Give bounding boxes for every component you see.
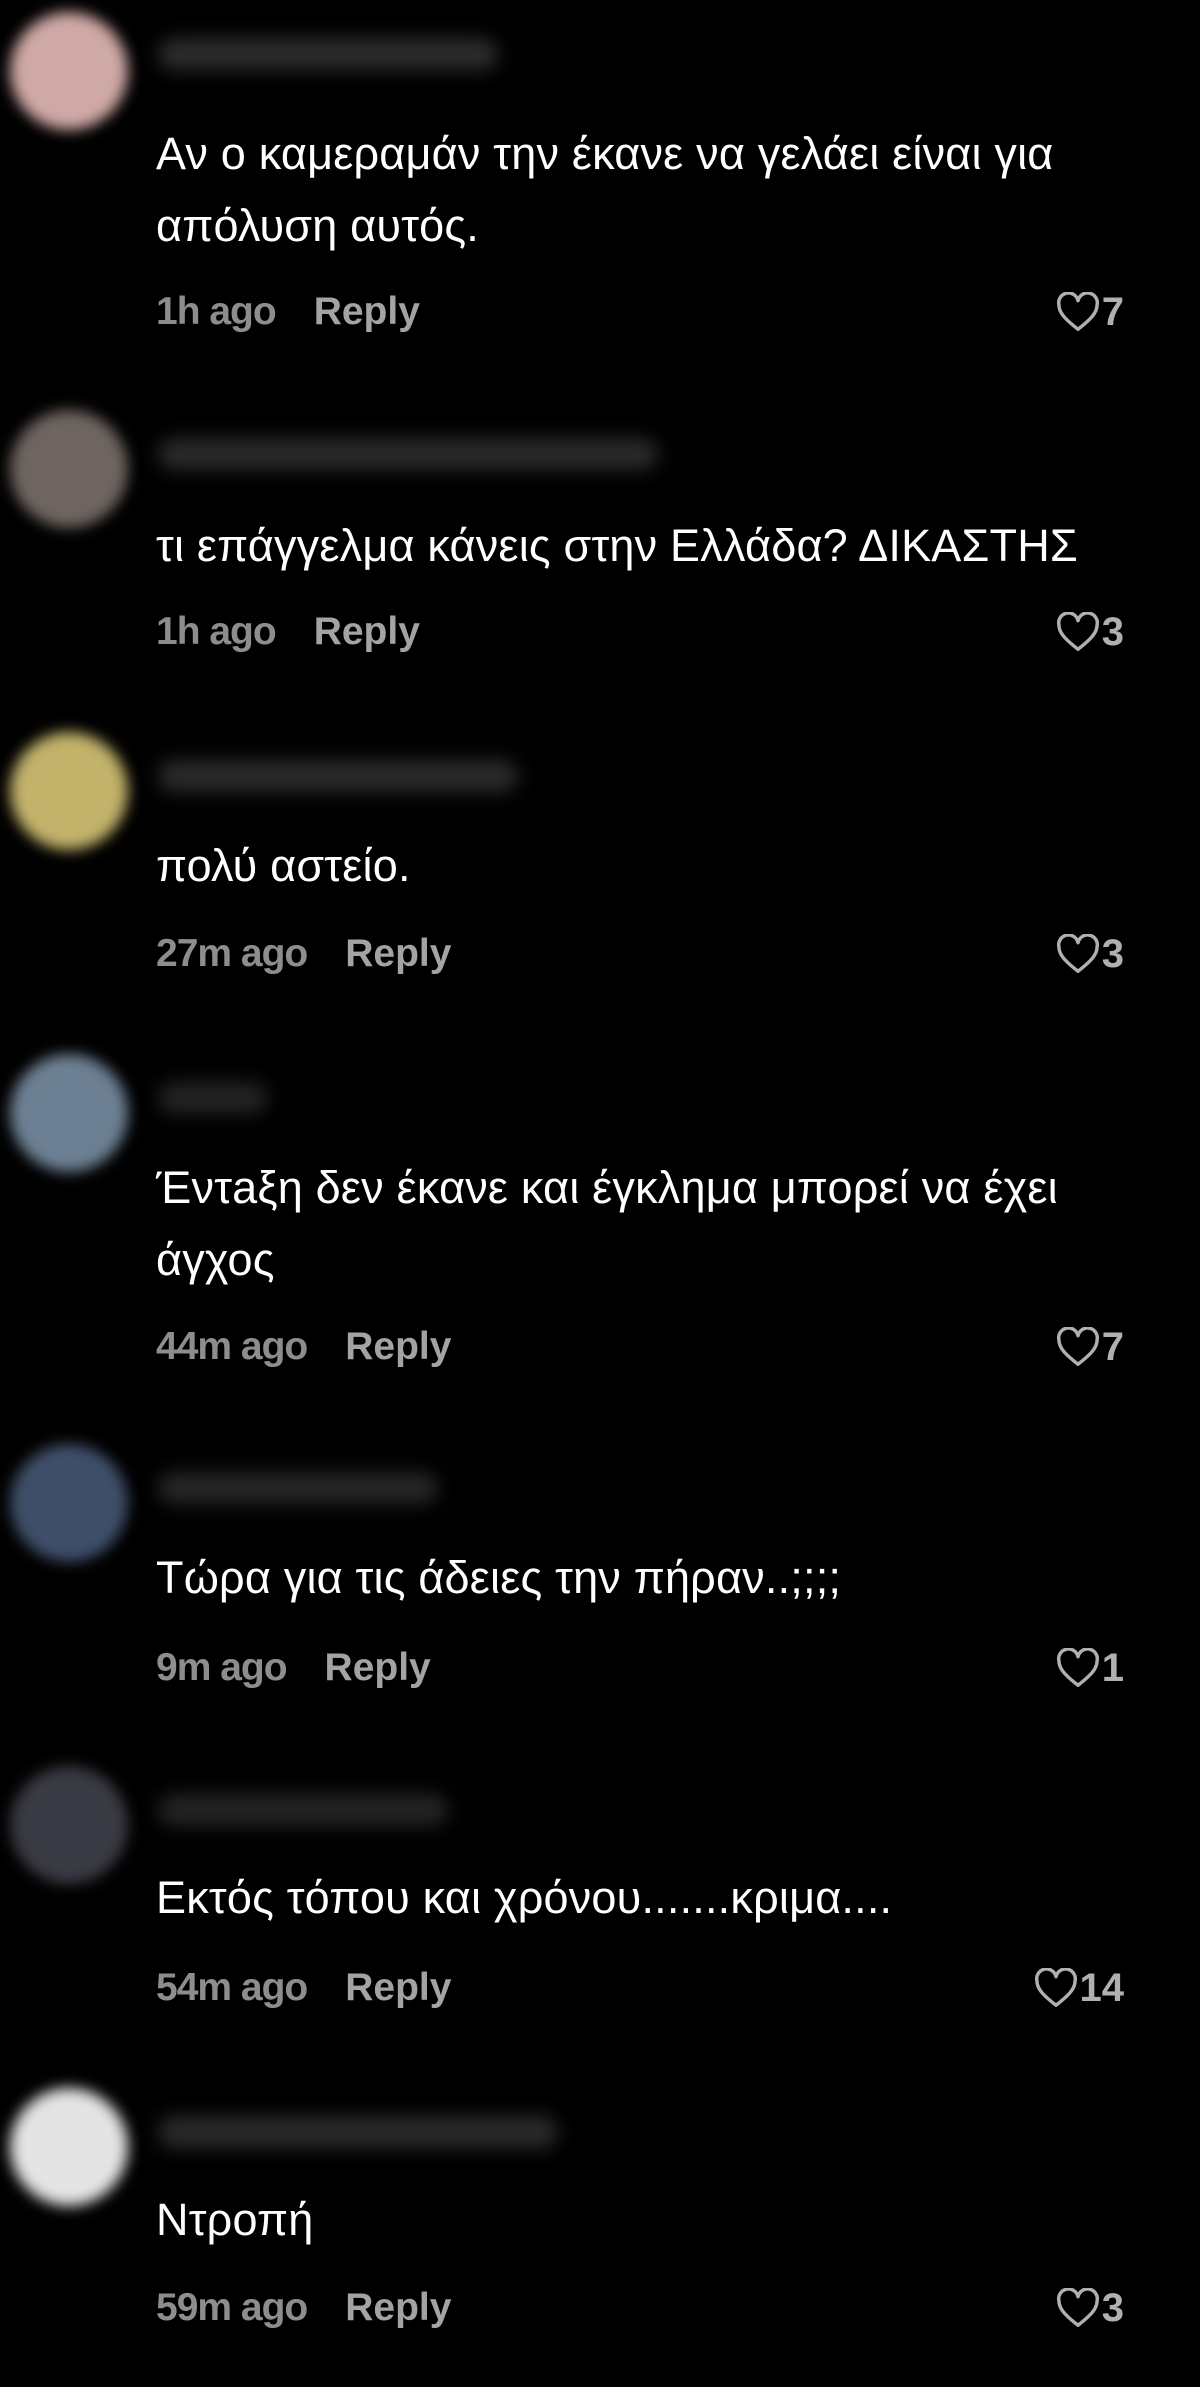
like-button[interactable]: 1: [1056, 1638, 1124, 1698]
comment-meta: 1h ago Reply: [156, 602, 420, 662]
comment-text: Έντaξη δεν έκανε και έγκλημα μπορεί να έ…: [156, 1162, 1071, 1285]
heart-outline-icon: [1056, 2288, 1099, 2327]
avatar[interactable]: [10, 1054, 128, 1172]
comment-timestamp: 54m ago: [156, 1966, 308, 2009]
comment-meta: 59m ago Reply: [156, 2278, 451, 2338]
reply-button[interactable]: Reply: [345, 2286, 451, 2330]
reply-button[interactable]: Reply: [325, 1646, 431, 1690]
avatar[interactable]: [10, 410, 128, 528]
like-count: 7: [1101, 289, 1124, 334]
reply-button[interactable]: Reply: [345, 932, 451, 976]
reply-button[interactable]: Reply: [314, 610, 420, 654]
comment-meta: 27m ago Reply: [156, 924, 451, 984]
comment-meta: 9m ago Reply: [156, 1638, 431, 1698]
comment-text: Ντροπή: [156, 2194, 314, 2245]
heart-outline-icon: [1056, 934, 1099, 973]
username-redacted[interactable]: [158, 2116, 558, 2148]
reply-button[interactable]: Reply: [314, 290, 420, 334]
comment-text: Αν ο καμεραμάν την έκανε να γελάει είναι…: [156, 128, 1067, 251]
comment-timestamp: 59m ago: [156, 2286, 308, 2329]
comment-meta: 54m ago Reply: [156, 1958, 451, 2018]
like-count: 14: [1079, 1965, 1125, 2010]
heart-outline-icon: [1034, 1968, 1077, 2007]
comment-timestamp: 9m ago: [156, 1646, 288, 1689]
comment-timestamp: 1h ago: [156, 290, 277, 333]
username-redacted[interactable]: [158, 1082, 268, 1114]
avatar[interactable]: [10, 12, 128, 130]
comment-meta: 44m ago Reply: [156, 1317, 451, 1377]
heart-outline-icon: [1056, 1327, 1099, 1366]
like-button[interactable]: 3: [1056, 602, 1124, 662]
avatar[interactable]: [10, 2088, 128, 2206]
like-count: 7: [1101, 1324, 1124, 1369]
username-redacted[interactable]: [158, 760, 518, 792]
username-redacted[interactable]: [158, 38, 498, 70]
reply-button[interactable]: Reply: [345, 1325, 451, 1369]
comment-meta: 1h ago Reply: [156, 282, 420, 342]
avatar[interactable]: [10, 1444, 128, 1562]
comment-timestamp: 44m ago: [156, 1325, 308, 1368]
comment-text: Εκτός τόπου και χρόνου.......κριμα....: [156, 1872, 893, 1923]
like-button[interactable]: 7: [1056, 282, 1124, 342]
like-button[interactable]: 3: [1056, 2278, 1124, 2338]
username-redacted[interactable]: [158, 438, 658, 470]
like-button[interactable]: 14: [1034, 1958, 1125, 2018]
like-button[interactable]: 3: [1056, 924, 1124, 984]
reply-button[interactable]: Reply: [345, 1966, 451, 2010]
comment-text: πολύ αστείο.: [156, 840, 411, 891]
avatar[interactable]: [10, 732, 128, 850]
like-count: 3: [1101, 609, 1124, 654]
comment-timestamp: 27m ago: [156, 932, 308, 975]
comment-text: τι επάγγελμα κάνεις στην Ελλάδα? ΔΙΚΑΣΤΗ…: [156, 520, 1078, 571]
heart-outline-icon: [1056, 292, 1099, 331]
heart-outline-icon: [1056, 1648, 1099, 1687]
like-count: 3: [1101, 931, 1124, 976]
like-count: 1: [1101, 1645, 1124, 1690]
like-count: 3: [1101, 2285, 1124, 2330]
username-redacted[interactable]: [158, 1794, 448, 1826]
username-redacted[interactable]: [158, 1472, 438, 1504]
avatar[interactable]: [10, 1766, 128, 1884]
comment-timestamp: 1h ago: [156, 610, 277, 653]
like-button[interactable]: 7: [1056, 1317, 1124, 1377]
heart-outline-icon: [1056, 612, 1099, 651]
comment-text: Τώρα για τις άδειες την πήραν..;;;;: [156, 1552, 842, 1603]
